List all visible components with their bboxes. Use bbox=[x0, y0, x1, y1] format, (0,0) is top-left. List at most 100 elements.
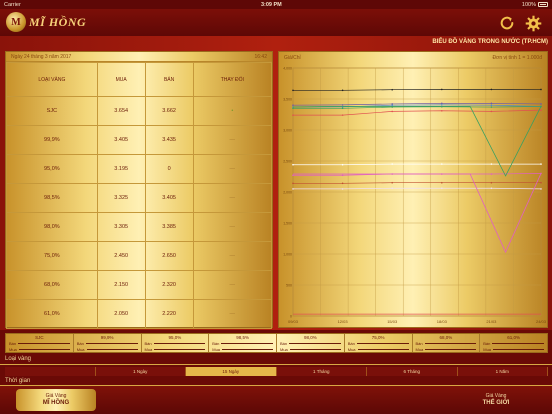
column-header-sell: BÁN bbox=[144, 62, 194, 97]
carrier-label: Carrier bbox=[4, 1, 21, 8]
summary-sell-line: Bán bbox=[145, 341, 206, 346]
table-row[interactable]: 98,0% 3.305 3.385— bbox=[6, 212, 273, 242]
series-point bbox=[490, 110, 493, 113]
cell-change: — bbox=[192, 183, 273, 213]
summary-sell-label: Bán bbox=[144, 341, 152, 346]
summary-sell-line: Bán bbox=[416, 341, 477, 346]
series-point bbox=[292, 104, 294, 106]
tab-1-month[interactable]: 1 Tháng bbox=[276, 367, 367, 376]
cell-change: • bbox=[192, 96, 273, 126]
series-point bbox=[341, 104, 344, 106]
cell-sell: 2.320 bbox=[144, 270, 194, 300]
summary-sell-label: Bán bbox=[76, 341, 84, 346]
summary-sell-label: Bán bbox=[347, 341, 355, 346]
summary-sell-label: Bán bbox=[212, 341, 220, 346]
summary-item[interactable]: 61,0% Bán Mua bbox=[480, 334, 547, 352]
table-row[interactable]: SJC 3.654 3.662 • bbox=[6, 96, 273, 126]
summary-item[interactable]: 75,0% Bán Mua bbox=[345, 334, 413, 352]
series-point bbox=[292, 163, 294, 166]
summary-name: 61,0% bbox=[507, 335, 520, 340]
price-table: LOẠI VÀNG MUA BÁN THAY ĐỔI SJC 3.654 3.662… bbox=[6, 62, 273, 329]
summary-sell-line: Bán bbox=[280, 341, 341, 346]
summary-item[interactable]: 98,5% Bán Mua bbox=[209, 334, 277, 352]
summary-bar bbox=[85, 343, 138, 344]
summary-sell-line: Bán bbox=[212, 341, 273, 346]
summary-sell-label: Bán bbox=[483, 341, 491, 346]
price-time: 16:42 bbox=[254, 53, 267, 60]
tab-blank[interactable] bbox=[5, 367, 96, 376]
series-point bbox=[490, 181, 493, 184]
cell-type: 95,0% bbox=[6, 154, 98, 184]
summary-item[interactable]: 95,0% Bán Mua bbox=[142, 334, 210, 352]
summary-item[interactable]: 68,0% Bán Mua bbox=[413, 334, 481, 352]
table-row[interactable]: 98,5% 3.325 3.405— bbox=[6, 183, 273, 213]
series-point bbox=[341, 89, 344, 92]
table-row[interactable]: 61,0% 2.050 2.220— bbox=[6, 299, 273, 329]
series-point bbox=[292, 188, 294, 190]
tab-1-day[interactable]: 1 Ngày bbox=[95, 367, 186, 376]
chart-header: Giá/Chỉ Đơn vị tính 1 = 1.000đ bbox=[279, 52, 547, 64]
series-line bbox=[293, 109, 542, 116]
summary-item[interactable]: SJC Bán Mua bbox=[6, 334, 74, 352]
time-section-label: Thời gian bbox=[5, 378, 31, 384]
cell-type: SJC bbox=[6, 96, 98, 126]
column-header-type: LOẠI VÀNG bbox=[6, 62, 98, 97]
cell-type: 99,9% bbox=[6, 125, 98, 155]
summary-bar bbox=[425, 349, 477, 350]
series-point bbox=[391, 88, 393, 91]
table-row[interactable]: 75,0% 2.450 2.650— bbox=[6, 241, 273, 271]
table-row[interactable]: 68,0% 2.150 2.320— bbox=[6, 270, 273, 300]
table-row[interactable]: 99,9% 3.405 3.435— bbox=[6, 125, 273, 155]
cell-sell: 3.435 bbox=[144, 125, 194, 155]
cell-sell: 3.385 bbox=[144, 212, 194, 242]
cell-change: — bbox=[192, 299, 273, 329]
cell-buy: 2.050 bbox=[96, 299, 146, 329]
series-point bbox=[391, 104, 393, 106]
cell-type: 68,0% bbox=[6, 270, 98, 300]
cell-buy: 2.450 bbox=[96, 241, 146, 271]
summary-bar bbox=[356, 343, 409, 344]
series-point bbox=[540, 88, 542, 91]
series-point bbox=[441, 104, 443, 106]
series-line bbox=[292, 106, 542, 177]
tab-1-year[interactable]: 1 Năm bbox=[457, 367, 548, 376]
summary-item[interactable]: 98,0% Bán Mua bbox=[277, 334, 345, 352]
series-line bbox=[293, 182, 541, 184]
series-line bbox=[293, 187, 542, 190]
summary-name: 98,5% bbox=[236, 335, 249, 340]
battery-percent: 100% bbox=[521, 1, 536, 8]
summary-bar bbox=[154, 349, 206, 350]
bottom-navigation: Giá Vàng MĨ HỒNG Giá Vàng THẾ GIỚI bbox=[0, 386, 552, 414]
series-point bbox=[292, 182, 294, 185]
cell-sell: 0 bbox=[144, 154, 194, 184]
summary-buy-line: Mua bbox=[280, 347, 341, 352]
tab-15-days[interactable]: 15 Ngày bbox=[186, 367, 277, 376]
summary-bar bbox=[221, 343, 273, 344]
summary-buy-line: Mua bbox=[416, 347, 477, 352]
cell-type: 75,0% bbox=[6, 241, 98, 271]
series-point bbox=[391, 110, 393, 113]
series-point bbox=[441, 181, 443, 184]
summary-sell-line: Bán bbox=[77, 341, 138, 346]
cell-buy: 3.654 bbox=[96, 96, 146, 126]
nav-world-gold-button[interactable]: Giá Vàng THẾ GIỚI bbox=[456, 389, 536, 411]
x-tick-label: 21/03 bbox=[486, 319, 497, 324]
settings-button[interactable] bbox=[524, 14, 542, 32]
tab-6-months[interactable]: 6 Tháng bbox=[367, 367, 458, 376]
summary-buy-label: Mua bbox=[415, 347, 424, 352]
summary-sell-label: Bán bbox=[280, 341, 288, 346]
price-line-chart: 0 500 1,000 1,500 2,000 2,500 3,000 3,500 4,000 0… bbox=[283, 67, 547, 325]
summary-buy-line: Mua bbox=[483, 347, 544, 352]
summary-buy-label: Mua bbox=[76, 347, 85, 352]
series-point bbox=[540, 163, 542, 165]
summary-item[interactable]: 99,9% Bán Mua bbox=[74, 334, 142, 352]
cell-buy: 3.305 bbox=[96, 212, 146, 242]
summary-buy-label: Mua bbox=[212, 347, 221, 352]
nav-domestic-gold-button[interactable]: Giá Vàng MĨ HỒNG bbox=[16, 389, 96, 411]
cell-change: — bbox=[192, 212, 273, 242]
refresh-button[interactable] bbox=[498, 14, 516, 32]
table-row[interactable]: 95,0% 3.195 0— bbox=[6, 154, 273, 184]
summary-buy-line: Mua bbox=[145, 347, 206, 352]
series-point bbox=[341, 114, 344, 116]
series-point bbox=[292, 89, 294, 92]
